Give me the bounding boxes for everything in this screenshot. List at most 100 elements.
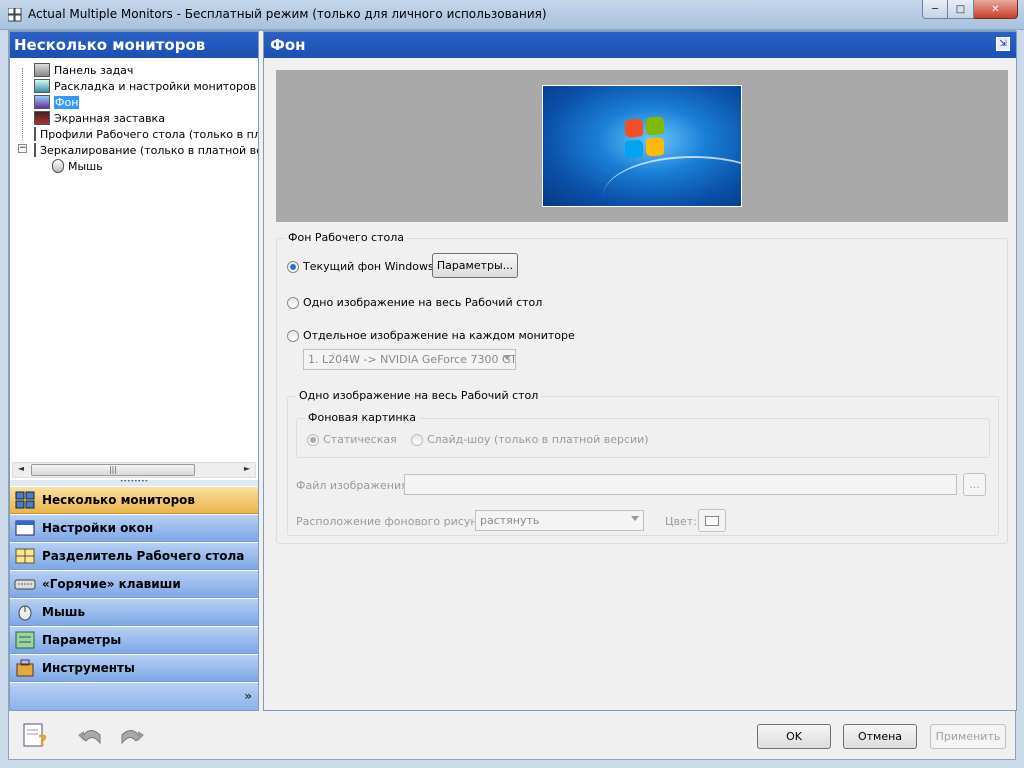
- radio-label: Одно изображение на весь Рабочий стол: [303, 296, 543, 309]
- tools-icon: [14, 658, 36, 678]
- color-picker-button[interactable]: [698, 509, 726, 532]
- collapse-icon[interactable]: −: [18, 144, 27, 153]
- tree-item-layout[interactable]: Раскладка и настройки мониторов: [14, 78, 258, 94]
- image-file-input[interactable]: [404, 474, 957, 495]
- tree-item-desktop-profiles[interactable]: Профили Рабочего стола (только в плат: [14, 126, 258, 142]
- nav-more-icon[interactable]: »: [244, 689, 252, 703]
- mirroring-icon: [34, 143, 36, 157]
- nav-label: Инструменты: [42, 661, 135, 675]
- svg-text:?: ?: [38, 731, 47, 748]
- scroll-thumb[interactable]: |||: [31, 464, 195, 476]
- mouse-icon: [14, 602, 36, 622]
- parameters-icon: [14, 630, 36, 650]
- radio-dot: [287, 329, 299, 342]
- window-settings-icon: [14, 518, 36, 538]
- nav-label: Параметры: [42, 633, 122, 647]
- position-select[interactable]: растянуть: [475, 510, 644, 531]
- radio-dot: [307, 433, 319, 446]
- nav-mouse[interactable]: Мышь: [10, 598, 258, 626]
- window-title: Actual Multiple Monitors - Бесплатный ре…: [28, 7, 547, 21]
- color-swatch: [705, 515, 719, 526]
- radio-single-image[interactable]: Одно изображение на весь Рабочий стол: [287, 296, 542, 309]
- tree-item-mirroring[interactable]: − Зеркалирование (только в платной вер: [14, 142, 258, 158]
- taskbar-icon: [34, 63, 50, 77]
- navigation-bar: Несколько мониторов Настройки окон Разде…: [10, 486, 258, 710]
- apply-button[interactable]: Применить: [930, 724, 1006, 749]
- wallpaper-swoosh: [603, 156, 741, 206]
- help-icon[interactable]: ?: [21, 721, 51, 749]
- tree-item-background[interactable]: Фон: [14, 94, 258, 110]
- nav-hotkeys[interactable]: «Горячие» клавиши: [10, 570, 258, 598]
- group-title: Одно изображение на весь Рабочий стол: [296, 389, 542, 402]
- restore-panel-icon[interactable]: ⇲: [996, 37, 1010, 51]
- radio-label: Текущий фон Windows: [303, 260, 434, 273]
- keyboard-icon: [14, 574, 36, 594]
- radio-slideshow[interactable]: Слайд-шоу (только в платной версии): [411, 433, 649, 446]
- desktop-background-group: Фон Рабочего стола Текущий фон Windows П…: [276, 231, 1008, 544]
- left-panel: Несколько мониторов Панель задач Расклад…: [9, 31, 259, 711]
- color-label: Цвет:: [665, 515, 697, 528]
- position-select-value: растянуть: [480, 514, 540, 527]
- nav-parameters[interactable]: Параметры: [10, 626, 258, 654]
- radio-each-monitor[interactable]: Отдельное изображение на каждом мониторе: [287, 329, 575, 342]
- nav-label: Разделитель Рабочего стола: [42, 549, 245, 563]
- radio-static[interactable]: Статическая: [307, 433, 397, 446]
- nav-label: «Горячие» клавиши: [42, 577, 181, 591]
- screensaver-icon: [34, 111, 50, 125]
- tree-item-label: Панель задач: [54, 63, 134, 77]
- monitors-layout-icon: [34, 79, 50, 93]
- undo-icon[interactable]: [75, 721, 105, 749]
- tree-item-label: Фон: [54, 95, 80, 109]
- settings-tree: Панель задач Раскладка и настройки монит…: [10, 58, 258, 460]
- group-title: Фоновая картинка: [305, 411, 419, 424]
- tree-item-mouse[interactable]: Мышь: [14, 158, 258, 174]
- tree-item-screensaver[interactable]: Экранная заставка: [14, 110, 258, 126]
- tree-item-label: Экранная заставка: [54, 111, 165, 125]
- background-picture-group: Фоновая картинка Статическая Слайд-шоу (…: [296, 411, 990, 458]
- close-button[interactable]: ✕: [974, 0, 1018, 19]
- monitor-select[interactable]: 1. L204W -> NVIDIA GeForce 7300 GT: [303, 349, 516, 370]
- tree-item-label: Зеркалирование (только в платной вер: [40, 143, 258, 157]
- ok-button[interactable]: OK: [757, 724, 831, 749]
- scroll-left-icon[interactable]: ◄: [14, 464, 28, 476]
- mouse-icon: [52, 159, 64, 173]
- radio-label: Слайд-шоу (только в платной версии): [427, 433, 649, 446]
- nav-multiple-monitors[interactable]: Несколько мониторов: [10, 486, 258, 514]
- window-controls: ─ □ ✕: [922, 0, 1018, 20]
- tree-item-taskbar[interactable]: Панель задач: [14, 62, 258, 78]
- radio-current-wallpaper[interactable]: Текущий фон Windows: [287, 260, 434, 273]
- wallpaper-preview: [276, 70, 1008, 222]
- monitor-preview[interactable]: [542, 85, 742, 207]
- title-bar: Actual Multiple Monitors - Бесплатный ре…: [0, 0, 1024, 30]
- tree-horizontal-scrollbar[interactable]: ◄ ||| ►: [12, 462, 256, 478]
- radio-label: Отдельное изображение на каждом мониторе: [303, 329, 575, 342]
- nav-desktop-divider[interactable]: Разделитель Рабочего стола: [10, 542, 258, 570]
- scroll-right-icon[interactable]: ►: [240, 464, 254, 476]
- minimize-button[interactable]: ─: [922, 0, 948, 19]
- chevron-down-icon: [631, 516, 639, 521]
- tree-item-label: Мышь: [68, 159, 103, 173]
- app-icon: [8, 8, 22, 22]
- nav-label: Мышь: [42, 605, 86, 619]
- nav-tools[interactable]: Инструменты: [10, 654, 258, 682]
- multiple-monitors-icon: [14, 490, 36, 510]
- group-title: Фон Рабочего стола: [285, 231, 408, 244]
- maximize-button[interactable]: □: [948, 0, 974, 19]
- nav-label: Несколько мониторов: [42, 493, 196, 507]
- right-panel-header: Фон ⇲: [264, 32, 1016, 58]
- nav-window-settings[interactable]: Настройки окон: [10, 514, 258, 542]
- redo-icon[interactable]: [117, 721, 147, 749]
- nav-label: Настройки окон: [42, 521, 154, 535]
- browse-button[interactable]: ...: [963, 473, 986, 496]
- client-area: Несколько мониторов Панель задач Расклад…: [8, 30, 1017, 760]
- position-label: Расположение фонового рисунка:: [296, 515, 495, 528]
- radio-label: Статическая: [323, 433, 397, 446]
- tree-item-label: Профили Рабочего стола (только в плат: [40, 127, 258, 141]
- monitor-select-value: 1. L204W -> NVIDIA GeForce 7300 GT: [308, 353, 516, 366]
- chevron-down-icon: [503, 355, 511, 360]
- parameters-button[interactable]: Параметры...: [432, 253, 518, 278]
- desktop-divider-icon: [14, 546, 36, 566]
- radio-dot: [411, 433, 423, 446]
- cancel-button[interactable]: Отмена: [843, 724, 917, 749]
- tree-item-label: Раскладка и настройки мониторов: [54, 79, 257, 93]
